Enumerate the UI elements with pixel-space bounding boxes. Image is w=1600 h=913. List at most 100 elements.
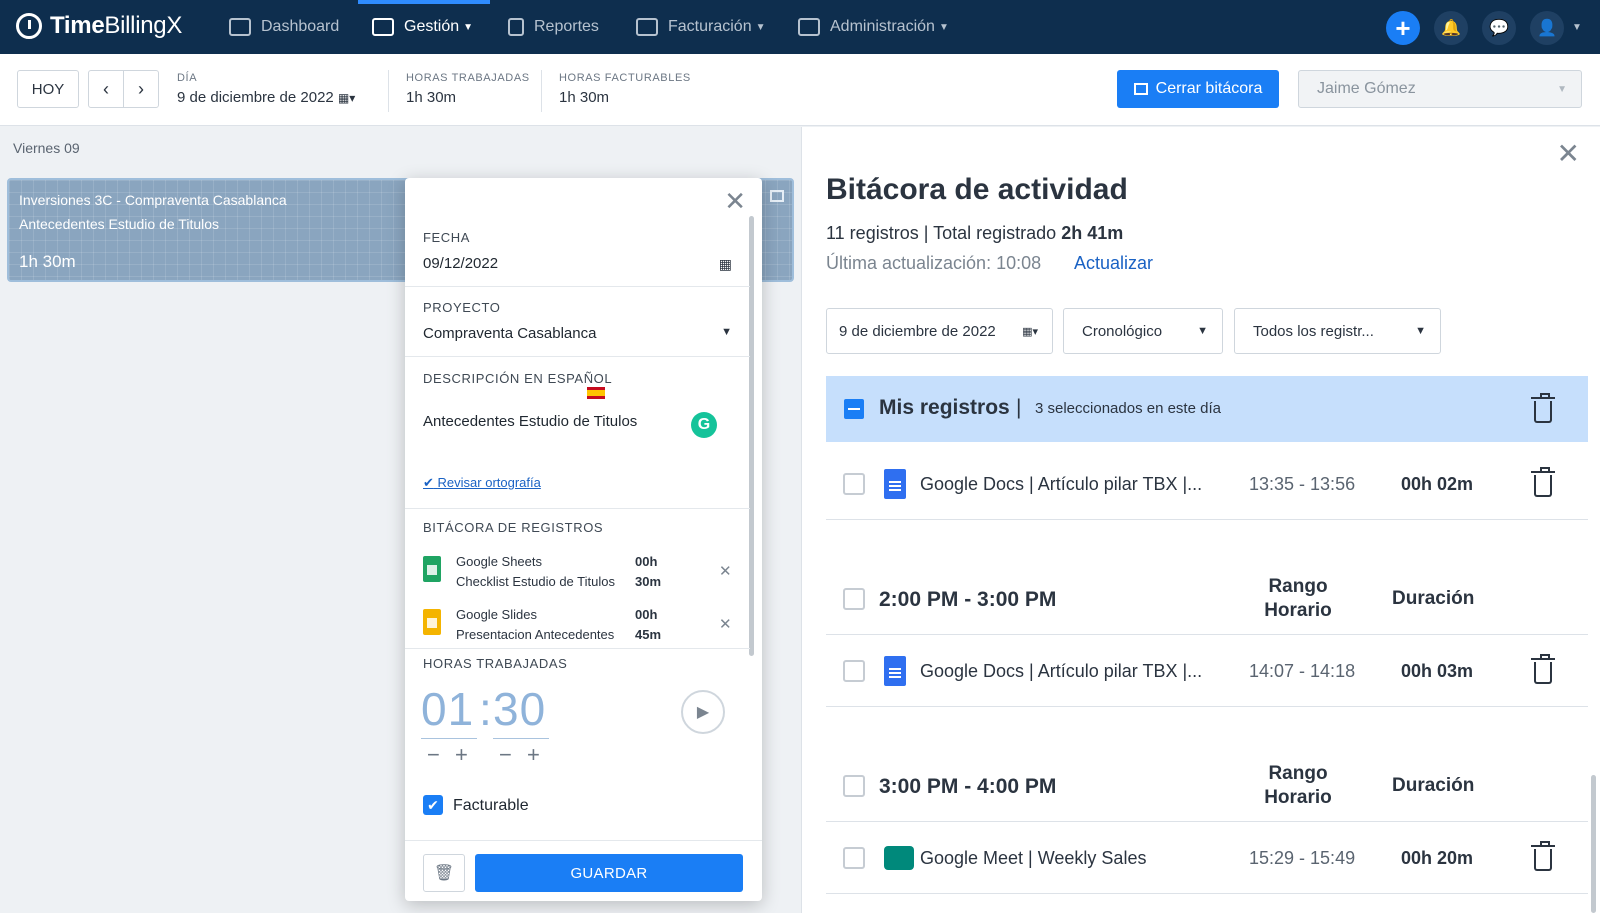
group-title: 3:00 PM - 4:00 PM	[879, 775, 1057, 798]
day-picker[interactable]: 9 de diciembre de 2022 ▦▾	[177, 89, 355, 106]
close-icon[interactable]: ✕	[724, 186, 746, 217]
group-checkbox[interactable]	[843, 588, 865, 610]
billable-hours-label: HORAS FACTURABLES	[559, 72, 691, 84]
bell-icon: 🔔	[1441, 20, 1461, 37]
nav-gestion[interactable]: Gestión ▼	[372, 0, 473, 54]
nav-facturacion[interactable]: Facturación ▼	[636, 0, 766, 54]
log-item-doc: Checklist Estudio de Titulos	[456, 574, 615, 589]
brand-bold: Time	[50, 12, 105, 39]
chat-button[interactable]: 💬	[1482, 11, 1516, 45]
trash-icon[interactable]	[1531, 654, 1555, 684]
spellcheck-link[interactable]: ✔ Revisar ortografía	[423, 475, 541, 491]
hours-input[interactable]: 01	[421, 682, 474, 736]
panel-scrollbar[interactable]	[1591, 775, 1596, 913]
row-range: 13:35 - 13:56	[1249, 474, 1356, 494]
row-checkbox[interactable]	[843, 473, 865, 495]
notifications-button[interactable]: 🔔	[1434, 11, 1468, 45]
spellcheck-label: Revisar ortografía	[437, 475, 541, 490]
calendar-icon[interactable]: ▦	[719, 256, 732, 273]
trash-icon: 🗑	[433, 865, 455, 882]
close-icon[interactable]: ✕	[1557, 137, 1580, 170]
project-select[interactable]: Compraventa Casablanca	[423, 325, 596, 342]
scope-filter-select[interactable]: Todos los registr... ▼	[1234, 308, 1441, 354]
close-log-button[interactable]: Cerrar bitácora	[1117, 70, 1279, 108]
next-day-button[interactable]: ›	[123, 70, 159, 108]
nav-facturacion-label: Facturación	[668, 18, 752, 35]
chevron-down-icon[interactable]: ▼	[1572, 22, 1582, 33]
date-label: FECHA	[423, 230, 471, 245]
row-checkbox[interactable]	[843, 660, 865, 682]
nav-dashboard[interactable]: Dashboard	[229, 0, 339, 54]
date-input[interactable]: 09/12/2022	[423, 255, 498, 272]
nav-administracion[interactable]: Administración ▼	[798, 0, 949, 54]
day-column-label: Viernes 09	[13, 140, 80, 156]
today-button[interactable]: HOY	[17, 70, 79, 108]
row-title: Google Meet | Weekly Sales	[920, 848, 1147, 868]
add-button[interactable]: +	[1386, 11, 1420, 45]
group-title: 2:00 PM - 3:00 PM	[879, 588, 1057, 611]
my-records-header: Mis registros | 3 seleccionados en este …	[826, 376, 1588, 442]
remove-icon[interactable]: ✕	[719, 562, 732, 580]
delete-entry-button[interactable]: 🗑	[423, 854, 465, 892]
chevron-down-icon: ▼	[1197, 325, 1208, 337]
log-item: Google Sheets Checklist Estudio de Titul…	[423, 554, 733, 594]
date-toolbar: HOY ‹ › DÍA 9 de diciembre de 2022 ▦▾ HO…	[0, 54, 1600, 126]
row-range: 14:07 - 14:18	[1249, 661, 1356, 681]
range-header-l1: Rango	[1268, 763, 1328, 784]
chevron-down-icon: ▼	[938, 21, 949, 33]
date-filter-select[interactable]: 9 de diciembre de 2022 ▦▾	[826, 308, 1053, 354]
nav-reportes[interactable]: Reportes	[508, 0, 599, 54]
description-textarea[interactable]: Antecedentes Estudio de Titulos	[423, 413, 637, 430]
grammarly-icon[interactable]: G	[691, 412, 717, 438]
start-timer-button[interactable]: ▶	[681, 690, 725, 734]
user-select-value: Jaime Gómez	[1317, 80, 1416, 97]
refresh-link[interactable]: Actualizar	[1074, 253, 1153, 274]
minutes-plus-button[interactable]: +	[527, 742, 540, 768]
row-title: Google Docs | Artículo pilar TBX |...	[920, 661, 1203, 681]
log-item-app: Google Slides	[456, 607, 537, 622]
trash-icon[interactable]	[1531, 467, 1555, 497]
note-icon[interactable]	[770, 190, 784, 202]
nav-reportes-label: Reportes	[534, 18, 599, 35]
calendar-icon: ▦▾	[337, 91, 356, 105]
hours-plus-button[interactable]: +	[455, 742, 468, 768]
total-value: 2h 41m	[1061, 223, 1124, 243]
divider	[405, 508, 750, 509]
log-item-doc: Presentacion Antecedentes	[456, 627, 615, 642]
remove-icon[interactable]: ✕	[719, 615, 732, 633]
record-count: 11 registros	[826, 223, 919, 243]
event-description: Antecedentes Estudio de Titulos	[19, 216, 220, 232]
prev-day-button[interactable]: ‹	[88, 70, 124, 108]
group-checkbox[interactable]	[843, 775, 865, 797]
brand-light: BillingX	[104, 12, 183, 39]
time-group-header: 2:00 PM - 3:00 PM Rango Horario Duración	[826, 555, 1588, 635]
google-meet-icon	[884, 846, 914, 870]
user-select[interactable]: Jaime Gómez ▼	[1298, 70, 1582, 108]
check-icon: ✔	[423, 475, 434, 490]
log-item-hours: 00h	[635, 607, 658, 622]
chevron-down-icon[interactable]: ▼	[721, 326, 732, 338]
brand-logo[interactable]: Time BillingX	[16, 12, 182, 40]
hours-minus-button[interactable]: −	[427, 742, 440, 768]
save-button[interactable]: GUARDAR	[475, 854, 743, 892]
select-all-checkbox[interactable]	[844, 399, 864, 419]
billable-label: Facturable	[453, 797, 529, 814]
user-menu-button[interactable]: 👤	[1530, 11, 1564, 45]
trash-icon[interactable]	[1531, 841, 1555, 871]
order-filter-select[interactable]: Cronológico ▼	[1063, 308, 1223, 354]
minutes-minus-button[interactable]: −	[499, 742, 512, 768]
activity-log-panel: ✕ Bitácora de actividad 11 registros | T…	[801, 127, 1600, 913]
last-updated: Última actualización: 10:08	[826, 253, 1042, 273]
minutes-input[interactable]: 30	[493, 682, 546, 736]
day-value: 9 de diciembre de 2022	[177, 89, 334, 106]
play-icon: ▶	[696, 704, 710, 721]
invoice-icon	[636, 18, 658, 36]
popup-scrollbar[interactable]	[749, 216, 754, 656]
trash-icon[interactable]	[1531, 393, 1555, 423]
billable-checkbox[interactable]: ✔	[423, 795, 443, 815]
row-checkbox[interactable]	[843, 847, 865, 869]
worked-hours-value: 1h 30m	[406, 89, 457, 106]
divider	[405, 356, 750, 357]
chevron-left-icon: ‹	[103, 78, 109, 99]
user-icon: 👤	[1537, 20, 1557, 37]
